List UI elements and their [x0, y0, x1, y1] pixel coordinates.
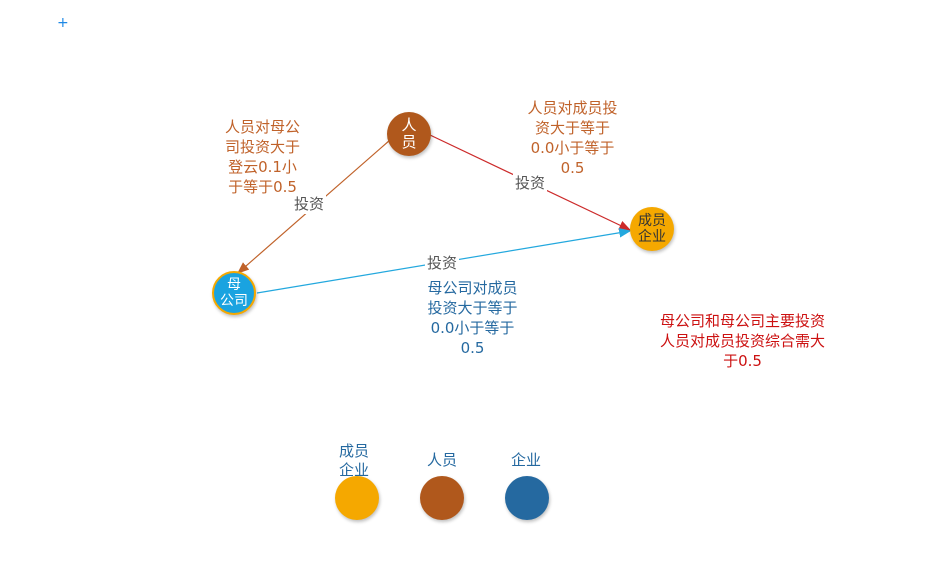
node-parent-company[interactable]: 母 公司 [212, 271, 256, 315]
legend-label-enterprise: 企业 [510, 451, 541, 469]
edge-label-parent-member: 投资 [425, 252, 460, 273]
legend-dot-person [420, 476, 464, 520]
node-person[interactable]: 人 员 [387, 112, 431, 156]
legend-label-member: 成员 企业 [338, 442, 369, 479]
legend-dot-member [335, 476, 379, 520]
legend-label-person: 人员 [426, 451, 457, 469]
condition-person-member: 人员对成员投 资大于等于 0.0小于等于 0.5 [527, 99, 618, 177]
legend-dot-enterprise [505, 476, 549, 520]
summary-note: 母公司和母公司主要投资 人员对成员投资综合需大 于0.5 [659, 312, 825, 370]
condition-person-parent: 人员对母公 司投资大于 登云0.1小 于等于0.5 [224, 118, 300, 196]
condition-parent-member: 母公司对成员 投资大于等于 0.0小于等于 0.5 [427, 279, 518, 357]
node-member-enterprise[interactable]: 成员 企业 [630, 207, 674, 251]
